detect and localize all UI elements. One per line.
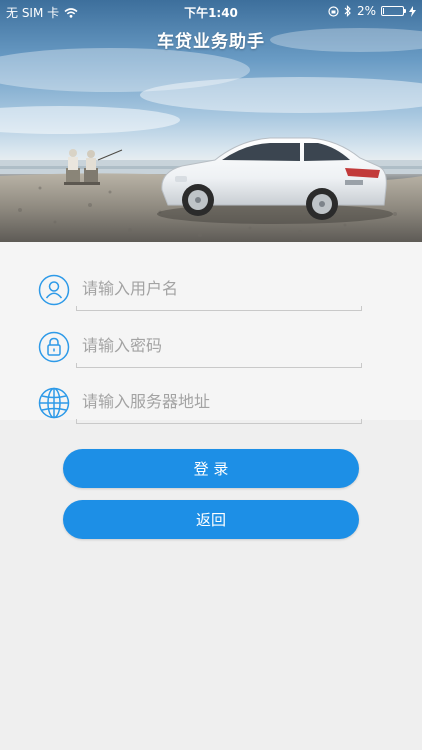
login-button[interactable]: 登 录: [63, 449, 359, 488]
battery-percent: 2%: [356, 4, 376, 18]
charging-icon: [409, 5, 416, 17]
username-field-row: [38, 274, 364, 311]
server-field-row: [38, 387, 364, 424]
hero-banner: 无 SIM 卡 下午1:40 2% 车贷业务助手: [0, 0, 422, 242]
battery-icon: [381, 6, 406, 16]
orientation-lock-icon: [328, 5, 339, 17]
globe-icon: [38, 387, 70, 419]
server-address-input[interactable]: [82, 387, 360, 415]
login-form: [0, 242, 422, 424]
bluetooth-icon: [344, 5, 351, 17]
password-underline: [76, 363, 362, 368]
status-bar: 无 SIM 卡 下午1:40 2%: [0, 0, 422, 22]
server-underline: [76, 419, 362, 424]
battery-level: [383, 8, 384, 14]
username-underline: [76, 306, 362, 311]
app-title: 车贷业务助手: [157, 32, 265, 52]
password-input[interactable]: [82, 331, 360, 359]
user-icon: [38, 274, 70, 306]
car-image: [157, 137, 393, 224]
username-input[interactable]: [82, 274, 360, 302]
back-button[interactable]: 返回: [63, 500, 359, 539]
password-field-row: [38, 331, 364, 368]
lock-icon: [38, 331, 70, 363]
